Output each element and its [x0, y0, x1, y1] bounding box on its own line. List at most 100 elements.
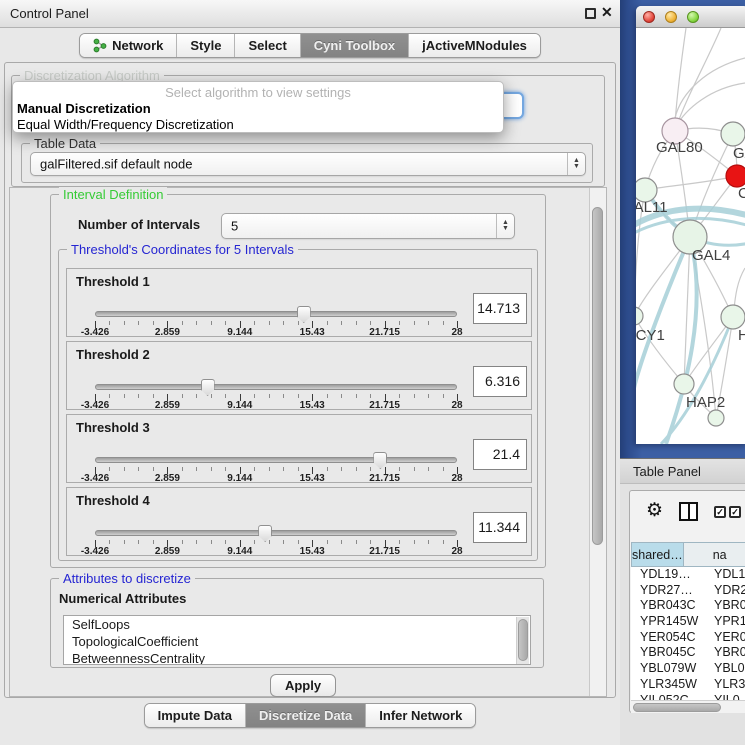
tab-network[interactable]: Network [80, 34, 176, 57]
attributes-group: Attributes to discretize Numerical Attri… [50, 578, 544, 668]
node-label: GAL4 [692, 247, 730, 264]
threshold-slider[interactable] [95, 457, 457, 463]
node-right[interactable] [721, 305, 745, 329]
attribute-list-item[interactable]: SelfLoops [64, 616, 530, 633]
tab-style[interactable]: Style [176, 34, 234, 57]
network-window-titlebar[interactable] [636, 6, 745, 28]
interval-definition-group-label: Interval Definition [59, 187, 167, 202]
settings-scrollbar-thumb[interactable] [592, 207, 603, 545]
tab-discretize-data[interactable]: Discretize Data [245, 704, 365, 727]
table-cell[interactable]: YPR1 [708, 614, 745, 630]
table-hscroll-thumb[interactable] [633, 703, 721, 712]
apply-button[interactable]: Apply [270, 674, 336, 697]
algorithm-dropdown-popup: Select algorithm to view settings Manual… [12, 81, 504, 133]
table-row[interactable]: YPR145WYPR1 [631, 614, 745, 630]
table-cell[interactable]: YBR0 [708, 598, 745, 614]
table-cell[interactable]: YDL1 [708, 567, 745, 583]
gear-icon[interactable]: ⚙ [646, 501, 663, 520]
node-selected-red[interactable] [726, 165, 745, 187]
node-hap2[interactable] [674, 374, 694, 394]
threshold-slider[interactable] [95, 311, 457, 317]
number-of-intervals-value: 5 [231, 219, 238, 234]
tab-select[interactable]: Select [234, 34, 299, 57]
slider-tick-labels: -3.4262.8599.14415.4321.71528 [95, 400, 457, 411]
zoom-traffic-light-icon[interactable] [687, 11, 699, 23]
settings-scrollbar[interactable] [589, 188, 606, 696]
close-traffic-light-icon[interactable] [643, 11, 655, 23]
numerical-attributes-label: Numerical Attributes [59, 591, 186, 606]
table-cell[interactable]: YIL052C [631, 693, 708, 701]
threshold-value-field[interactable]: 21.4 [473, 439, 527, 470]
table-cell[interactable]: YDR2 [708, 583, 745, 599]
table-cell[interactable]: YLR3 [708, 677, 745, 693]
threshold-row: Threshold 4 -3.4262.8599.14415.4321.7152… [66, 487, 532, 556]
table-data-combo[interactable]: galFiltered.sif default node ▲▼ [30, 152, 586, 176]
threshold-label: Threshold 1 [76, 274, 150, 289]
table-row[interactable]: YBL079WYBL0 [631, 661, 745, 677]
threshold-slider[interactable] [95, 530, 457, 536]
combo-stepper-icon[interactable]: ▲▼ [496, 214, 514, 238]
checkbox-icon[interactable]: ✓ [729, 506, 741, 518]
float-window-icon[interactable] [585, 8, 596, 19]
table-cell[interactable]: YBL079W [631, 661, 708, 677]
table-cell[interactable]: YBR045C [631, 645, 708, 661]
threshold-row: Threshold 2 -3.4262.8599.14415.4321.7152… [66, 341, 532, 410]
tab-label: Select [248, 38, 286, 53]
tab-infer-network[interactable]: Infer Network [365, 704, 475, 727]
network-canvas[interactable]: GAL80 GA C GAL11 GAL4 GCY1 H HAP2 [636, 28, 745, 444]
table-cell[interactable]: YDR27… [631, 583, 708, 599]
table-cell[interactable]: YPR145W [631, 614, 708, 630]
table-cell[interactable]: YER0 [708, 630, 745, 646]
table-cell[interactable]: YBR043C [631, 598, 708, 614]
cyni-toolbox-panel: Discretization Algorithm Table Data galF… [4, 62, 616, 698]
table-panel-title: Table Panel [633, 464, 701, 479]
checkbox-icon[interactable]: ✓ [714, 506, 726, 518]
table-toolbar: ⚙ ✓ ✓ [630, 491, 745, 531]
table-horizontal-scrollbar[interactable] [631, 700, 745, 713]
minimize-traffic-light-icon[interactable] [665, 11, 677, 23]
table-cell[interactable]: YLR345W [631, 677, 708, 693]
network-view-window[interactable]: GAL80 GA C GAL11 GAL4 GCY1 H HAP2 [636, 6, 745, 444]
table-body: YDL19…YDL1YDR27…YDR2YBR043CYBR0YPR145WYP… [631, 567, 745, 700]
table-cell[interactable]: YER054C [631, 630, 708, 646]
network-icon [93, 38, 107, 53]
tab-label: Cyni Toolbox [314, 38, 395, 53]
attributes-list-scrollbar[interactable] [516, 617, 529, 665]
table-row[interactable]: YDL19…YDL1 [631, 567, 745, 583]
panel-title: Control Panel [10, 6, 89, 21]
algorithm-option-manual[interactable]: Manual Discretization [17, 101, 151, 116]
column-header-name[interactable]: na [684, 542, 745, 567]
tab-jactivemnodules[interactable]: jActiveMNodules [408, 34, 540, 57]
table-panel-titlebar: Table Panel [620, 458, 745, 484]
number-of-intervals-combo[interactable]: 5 ▲▼ [221, 213, 515, 239]
table-cell[interactable]: YIL0 [708, 693, 740, 701]
table-cell[interactable]: YBL0 [708, 661, 745, 677]
attribute-list-item[interactable]: TopologicalCoefficient [64, 633, 530, 650]
close-icon[interactable]: ✕ [601, 4, 613, 21]
node-gcy1[interactable] [636, 307, 643, 325]
node-partial-top[interactable] [721, 122, 745, 146]
numerical-attributes-list[interactable]: SelfLoopsTopologicalCoefficientBetweenne… [63, 615, 531, 665]
tab-impute-data[interactable]: Impute Data [145, 704, 245, 727]
table-row[interactable]: YBR043CYBR0 [631, 598, 745, 614]
table-row[interactable]: YDR27…YDR2 [631, 583, 745, 599]
algorithm-option-equal-width[interactable]: Equal Width/Frequency Discretization [17, 117, 234, 132]
table-row[interactable]: YLR345WYLR3 [631, 677, 745, 693]
threshold-slider[interactable] [95, 384, 457, 390]
table-row[interactable]: YER054CYER0 [631, 630, 745, 646]
threshold-row: Threshold 1 -3.4262.8599.14415.4321.7152… [66, 268, 532, 337]
column-header-shared-name[interactable]: shared… [631, 542, 684, 567]
table-row[interactable]: YBR045CYBR0 [631, 645, 745, 661]
table-row[interactable]: YIL052CYIL0 [631, 693, 745, 701]
column-layout-icon[interactable] [679, 502, 698, 521]
threshold-value-field[interactable]: 14.713 [473, 293, 527, 324]
node-label: GAL11 [636, 199, 668, 216]
tab-cyni-toolbox[interactable]: Cyni Toolbox [300, 34, 408, 57]
threshold-value-field[interactable]: 6.316 [473, 366, 527, 397]
combo-stepper-icon[interactable]: ▲▼ [567, 153, 585, 175]
table-cell[interactable]: YDL19… [631, 567, 708, 583]
attribute-list-item[interactable]: BetweennessCentrality [64, 650, 530, 665]
table-cell[interactable]: YBR0 [708, 645, 745, 661]
node-partial-bottom[interactable] [708, 410, 724, 426]
threshold-value-field[interactable]: 11.344 [473, 512, 527, 543]
